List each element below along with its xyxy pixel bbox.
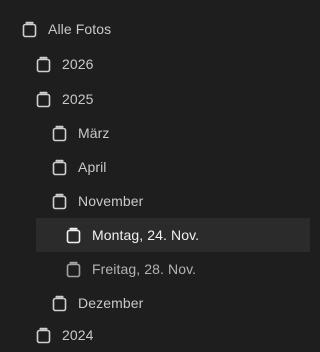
tree-item-label: Alle Fotos [48, 21, 112, 37]
folder-icon [50, 157, 68, 177]
tree-item-label: 2024 [62, 327, 94, 343]
folder-icon [20, 19, 38, 39]
folder-icon [34, 89, 52, 109]
tree-item-maerz[interactable]: März [0, 116, 318, 150]
tree-item-freitag-28-nov[interactable]: Freitag, 28. Nov. [0, 252, 318, 286]
tree-item-label: Dezember [78, 295, 144, 311]
tree-item-montag-24-nov[interactable]: Montag, 24. Nov. [36, 218, 310, 252]
tree-item-label: November [78, 193, 144, 209]
tree-item-dezember[interactable]: Dezember [0, 286, 318, 320]
folder-icon [50, 123, 68, 143]
tree-item-alle-fotos[interactable]: Alle Fotos [0, 12, 318, 46]
tree-item-april[interactable]: April [0, 150, 318, 184]
tree-item-2025[interactable]: 2025 [0, 82, 318, 116]
photo-folder-tree: Alle Fotos 2026 2025 März April November [0, 0, 318, 352]
tree-item-label: Montag, 24. Nov. [92, 227, 200, 243]
folder-icon [34, 325, 52, 345]
tree-item-label: 2025 [62, 91, 94, 107]
tree-item-label: April [78, 159, 107, 175]
tree-item-november[interactable]: November [0, 184, 318, 218]
tree-item-label: März [78, 125, 110, 141]
folder-icon [34, 54, 52, 74]
folder-icon [64, 259, 82, 279]
tree-item-label: Freitag, 28. Nov. [92, 261, 197, 277]
tree-item-2024[interactable]: 2024 [0, 318, 318, 352]
folder-icon [64, 225, 82, 245]
folder-icon [50, 293, 68, 313]
folder-icon [50, 191, 68, 211]
tree-item-label: 2026 [62, 56, 94, 72]
tree-item-2026[interactable]: 2026 [0, 47, 318, 81]
